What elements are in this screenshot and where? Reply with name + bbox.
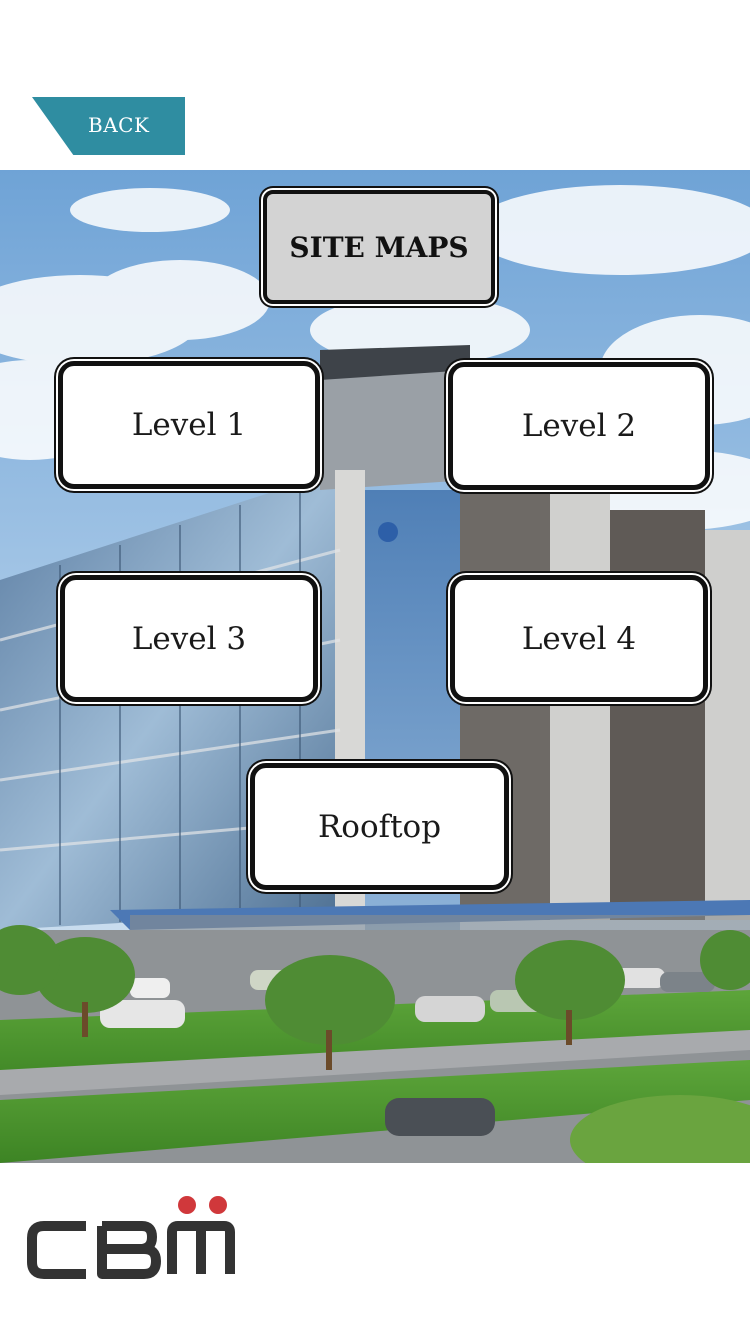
back-button[interactable]: BACK (32, 97, 185, 155)
cbm-logo (24, 1192, 239, 1282)
level-1-button[interactable]: Level 1 (58, 361, 320, 489)
back-button-label: BACK (88, 113, 150, 137)
rooftop-button[interactable]: Rooftop (250, 763, 509, 890)
site-maps-title: SITE MAPS (263, 190, 495, 304)
level-2-button[interactable]: Level 2 (448, 362, 710, 490)
level-4-button[interactable]: Level 4 (450, 575, 708, 702)
level-3-button[interactable]: Level 3 (60, 575, 318, 702)
